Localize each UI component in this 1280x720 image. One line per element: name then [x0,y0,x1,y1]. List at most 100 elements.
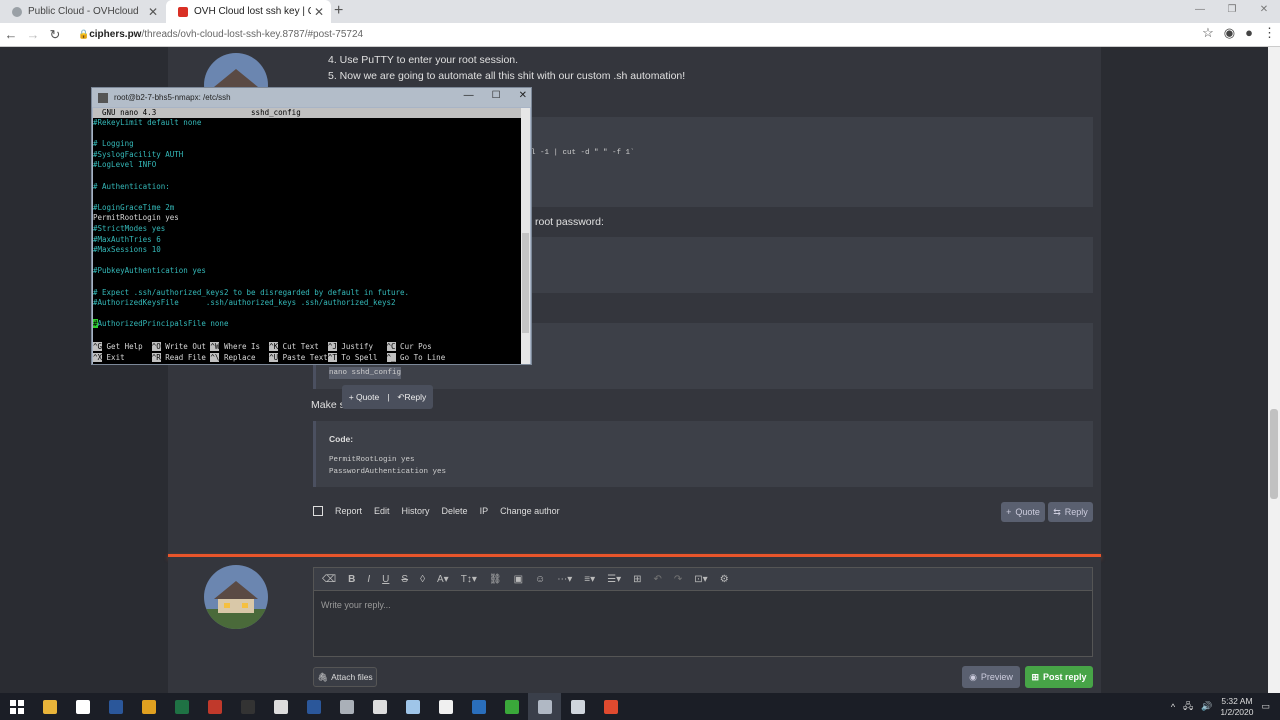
word-icon-glyph [306,699,321,714]
globe-icon [12,6,22,17]
powershell-icon[interactable] [462,693,495,720]
close-icon[interactable]: ✕ [519,90,527,101]
back-icon[interactable]: ← [0,27,22,42]
report-link[interactable]: Report [335,506,362,516]
reload-icon[interactable]: ↻ [44,27,66,43]
shortcut-label: Cur Pos [395,342,432,351]
network-icon-glyph [339,699,354,714]
list-icon[interactable]: ☰▾ [607,574,621,585]
notifications-icon[interactable]: ▭ [1261,701,1270,712]
scrollbar-thumb[interactable] [1270,409,1278,499]
excel-icon[interactable] [165,693,198,720]
minimize-icon[interactable]: — [464,90,474,101]
table-icon[interactable]: ⊞ [633,574,641,585]
camtasia-icon[interactable] [495,693,528,720]
italic-icon[interactable]: I [367,574,370,585]
putty-titlebar[interactable]: root@b2-7-bhs5-nmapx: /etc/ssh — ☐ ✕ [92,88,531,107]
my-avatar[interactable] [204,565,268,629]
image-icon[interactable]: ▣ [514,574,523,585]
volume-icon[interactable]: 🔊 [1201,701,1212,712]
ip-link[interactable]: IP [480,506,489,516]
edit-link[interactable]: Edit [374,506,390,516]
red-app-icon[interactable] [198,693,231,720]
chrome-icon[interactable] [132,693,165,720]
network-icon[interactable] [330,693,363,720]
word-icon[interactable] [297,693,330,720]
profile-icon[interactable]: ● [1245,25,1253,41]
color-icon[interactable]: ◊ [420,574,425,585]
date: 1/2/2020 [1220,706,1254,717]
quote-label: Quote [1015,507,1040,517]
minimize-icon[interactable]: — [1184,0,1216,20]
terminal-icon[interactable] [231,693,264,720]
red-c-icon[interactable] [594,693,627,720]
quote-button[interactable]: + Quote [1001,502,1045,522]
preview-button[interactable]: ◉ Preview [962,666,1020,688]
close-icon[interactable]: ✕ [1248,0,1280,20]
menu-icon[interactable]: ⋮ [1263,25,1276,41]
change-author-link[interactable]: Change author [500,506,560,516]
attach-files-button[interactable]: 🖇 Attach files [313,667,377,687]
step-5-text: 5. Now we are going to automate all this… [328,70,686,82]
underline-icon[interactable]: U [382,574,389,585]
reply-button[interactable]: ⇆ Reply [1048,502,1093,522]
network-tray-icon[interactable]: 🖧 [1183,699,1193,715]
tab-public-cloud[interactable]: Public Cloud - OVHcloud ✕ [0,0,165,23]
font-size-icon[interactable]: T↕▾ [461,574,477,585]
page-scrollbar[interactable] [1268,47,1280,693]
preview-toggle-icon[interactable]: ⊡▾ [694,574,707,585]
chrome-icon-glyph [141,699,156,714]
word-app-icon[interactable] [99,693,132,720]
lock-icon: 🔒 [78,29,90,39]
maximize-icon[interactable]: ☐ [492,90,501,101]
link-icon[interactable]: ⛓ [489,574,502,585]
store-icon[interactable] [429,693,462,720]
undo-icon[interactable]: ↶ [654,574,662,585]
post-reply-button[interactable]: ⊞ Post reply [1025,666,1093,688]
history-link[interactable]: History [402,506,430,516]
bookmark-star-icon[interactable]: ☆ [1202,25,1214,41]
bold-icon[interactable]: B [348,574,355,585]
putty-icon[interactable] [528,693,561,720]
tray-chevron-icon[interactable]: ^ [1171,702,1175,712]
mail-icon[interactable] [66,693,99,720]
eraser-icon[interactable]: ⌫ [322,574,336,585]
putty-window-controls: — ☐ ✕ [464,90,527,101]
redo-icon[interactable]: ↷ [674,574,682,585]
smiley-icon[interactable]: ☺ [535,574,545,585]
code-block-4: Code: PermitRootLogin yes PasswordAuthen… [313,421,1093,487]
delete-link[interactable]: Delete [442,506,468,516]
extension-icon[interactable]: ◉ [1224,25,1235,41]
step-4-text: 4. Use PuTTY to enter your root session. [328,54,519,66]
maximize-icon[interactable]: ❐ [1216,0,1248,20]
terminal-scroll-thumb[interactable] [522,233,529,333]
notepad-icon[interactable] [396,693,429,720]
strikethrough-icon[interactable]: S [401,574,408,585]
putty-title: root@b2-7-bhs5-nmapx: /etc/ssh [114,93,231,102]
select-post-checkbox[interactable] [313,506,323,516]
red-circle-icon[interactable] [264,693,297,720]
tooltip-reply-button[interactable]: ↶Reply [397,392,426,403]
ssh-client-icon[interactable] [561,693,594,720]
forward-icon[interactable]: → [22,27,44,42]
calculator-icon[interactable] [363,693,396,720]
more-icon[interactable]: ⋯▾ [557,574,572,585]
reply-plus-icon: ⊞ [1031,671,1040,682]
terminal-scrollbar[interactable] [521,108,530,364]
start-button[interactable] [0,693,33,720]
settings-gear-icon[interactable]: ⚙ [720,574,729,585]
clock[interactable]: 5:32 AM 1/2/2020 [1220,696,1253,718]
tab-ciphers[interactable]: OVH Cloud lost ssh key | Ciphers... ✕ [166,0,331,23]
close-tab-icon[interactable]: ✕ [311,5,327,19]
font-icon[interactable]: A▾ [437,574,449,585]
selected-code: nano sshd_config [329,367,402,379]
close-tab-icon[interactable]: ✕ [145,5,161,19]
align-icon[interactable]: ≡▾ [584,574,595,585]
file-explorer-icon[interactable] [33,693,66,720]
tooltip-quote-button[interactable]: + Quote [349,392,379,402]
new-tab-button[interactable]: + [334,2,343,20]
reply-editor[interactable]: Write your reply... [313,591,1093,657]
address-bar[interactable]: 🔒ciphers.pw/threads/ovh-cloud-lost-ssh-k… [78,29,363,40]
terminal-screen[interactable]: GNU nano 4.3 sshd_config #RekeyLimit def… [93,108,521,364]
